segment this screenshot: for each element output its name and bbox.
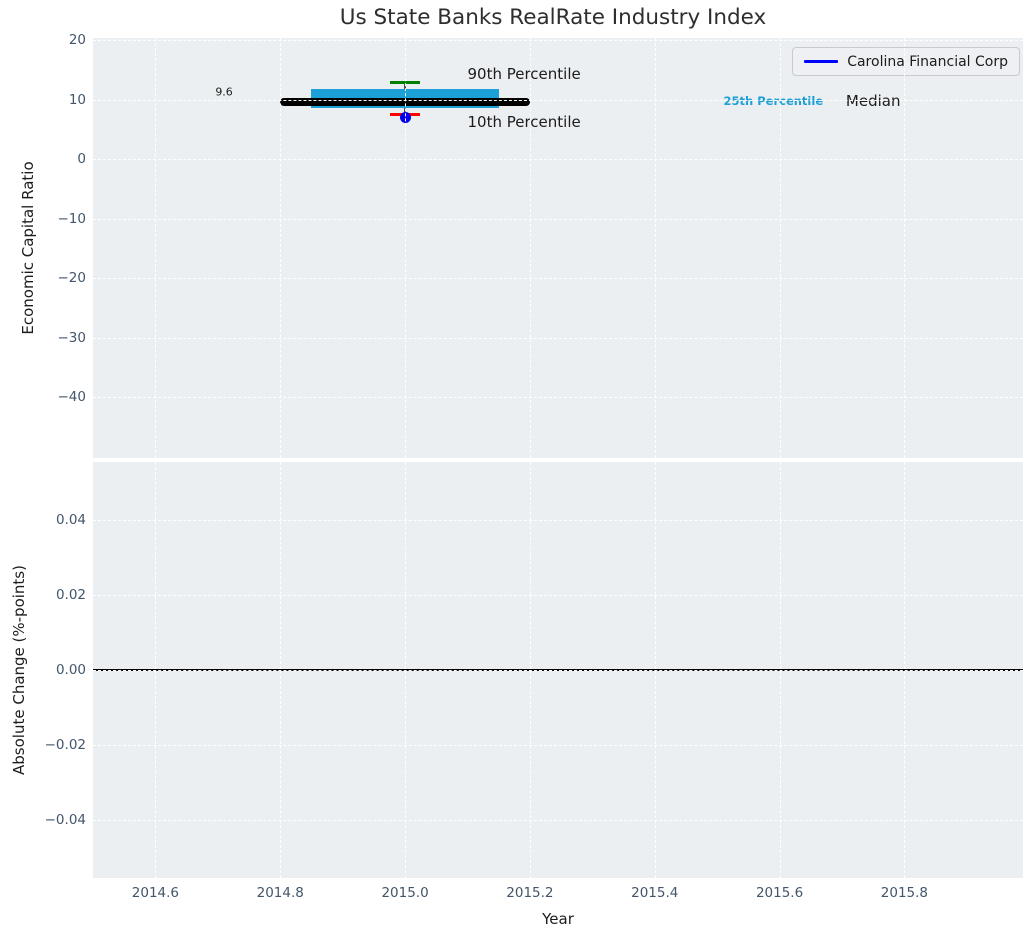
x-tick-label: 2015.0	[381, 885, 429, 901]
gridline-horizontal	[93, 670, 1023, 671]
x-tick-label: 2015.4	[631, 885, 679, 901]
y-tick-label: −0.04	[44, 811, 86, 828]
legend-label: Carolina Financial Corp	[847, 53, 1008, 70]
gridline-horizontal	[93, 99, 1023, 101]
axes-top-economic-capital-ratio: 90th Percentile 10th Percentile 9.6 25th…	[93, 38, 1023, 458]
gridline-vertical	[529, 38, 531, 458]
axes-bottom-absolute-change	[93, 462, 1023, 878]
y-tick-label: 10	[68, 91, 86, 108]
y-tick-label: −40	[57, 389, 87, 406]
x-tick-label: 2015.8	[880, 885, 929, 901]
y-tick-label: −30	[57, 329, 87, 346]
annotation-median-label: Median	[845, 92, 901, 111]
gridline-horizontal	[93, 337, 1023, 339]
gridline-vertical	[155, 38, 157, 458]
gridline-horizontal	[93, 278, 1023, 280]
gridline-horizontal	[93, 397, 1023, 399]
ylabel-economic-capital-ratio: Economic Capital Ratio	[19, 161, 37, 335]
gridline-horizontal	[93, 595, 1023, 597]
gridline-vertical	[904, 38, 906, 458]
y-tick-label: 0	[77, 151, 86, 168]
annotation-25th-percentile: 25th Percentile	[723, 94, 824, 109]
gridline-horizontal	[93, 744, 1023, 746]
legend-line-icon	[804, 60, 839, 63]
y-tick-label: −0.02	[44, 736, 86, 753]
gridline-horizontal	[93, 40, 1023, 42]
annotation-median-value: 9.6	[215, 85, 233, 99]
gridline-horizontal	[93, 520, 1023, 522]
y-tick-label: 20	[68, 32, 86, 49]
gridline-vertical	[280, 38, 282, 458]
legend: Carolina Financial Corp	[792, 47, 1020, 76]
chart-figure: Us State Banks RealRate Industry Index E…	[0, 0, 1034, 942]
x-tick-label: 2015.2	[506, 885, 554, 901]
gridline-horizontal	[93, 819, 1023, 821]
chart-title: Us State Banks RealRate Industry Index	[339, 5, 767, 30]
gridline-horizontal	[93, 218, 1023, 220]
x-tick-label: 2014.8	[256, 885, 304, 901]
xlabel-year: Year	[542, 910, 574, 928]
y-tick-label: 0.04	[55, 512, 86, 529]
x-tick-label: 2014.6	[131, 885, 180, 901]
gridline-vertical	[779, 38, 781, 458]
gridline-vertical	[405, 38, 407, 458]
annotation-90th-percentile: 90th Percentile	[467, 65, 581, 84]
y-tick-label: −10	[57, 210, 87, 227]
gridline-vertical	[654, 38, 656, 458]
annotation-10th-percentile: 10th Percentile	[467, 113, 581, 132]
y-tick-label: −20	[57, 270, 87, 287]
y-tick-label: 0.02	[55, 587, 86, 604]
y-tick-label: 0.00	[55, 662, 86, 678]
x-tick-label: 2015.6	[755, 885, 804, 901]
gridline-horizontal	[93, 159, 1023, 161]
